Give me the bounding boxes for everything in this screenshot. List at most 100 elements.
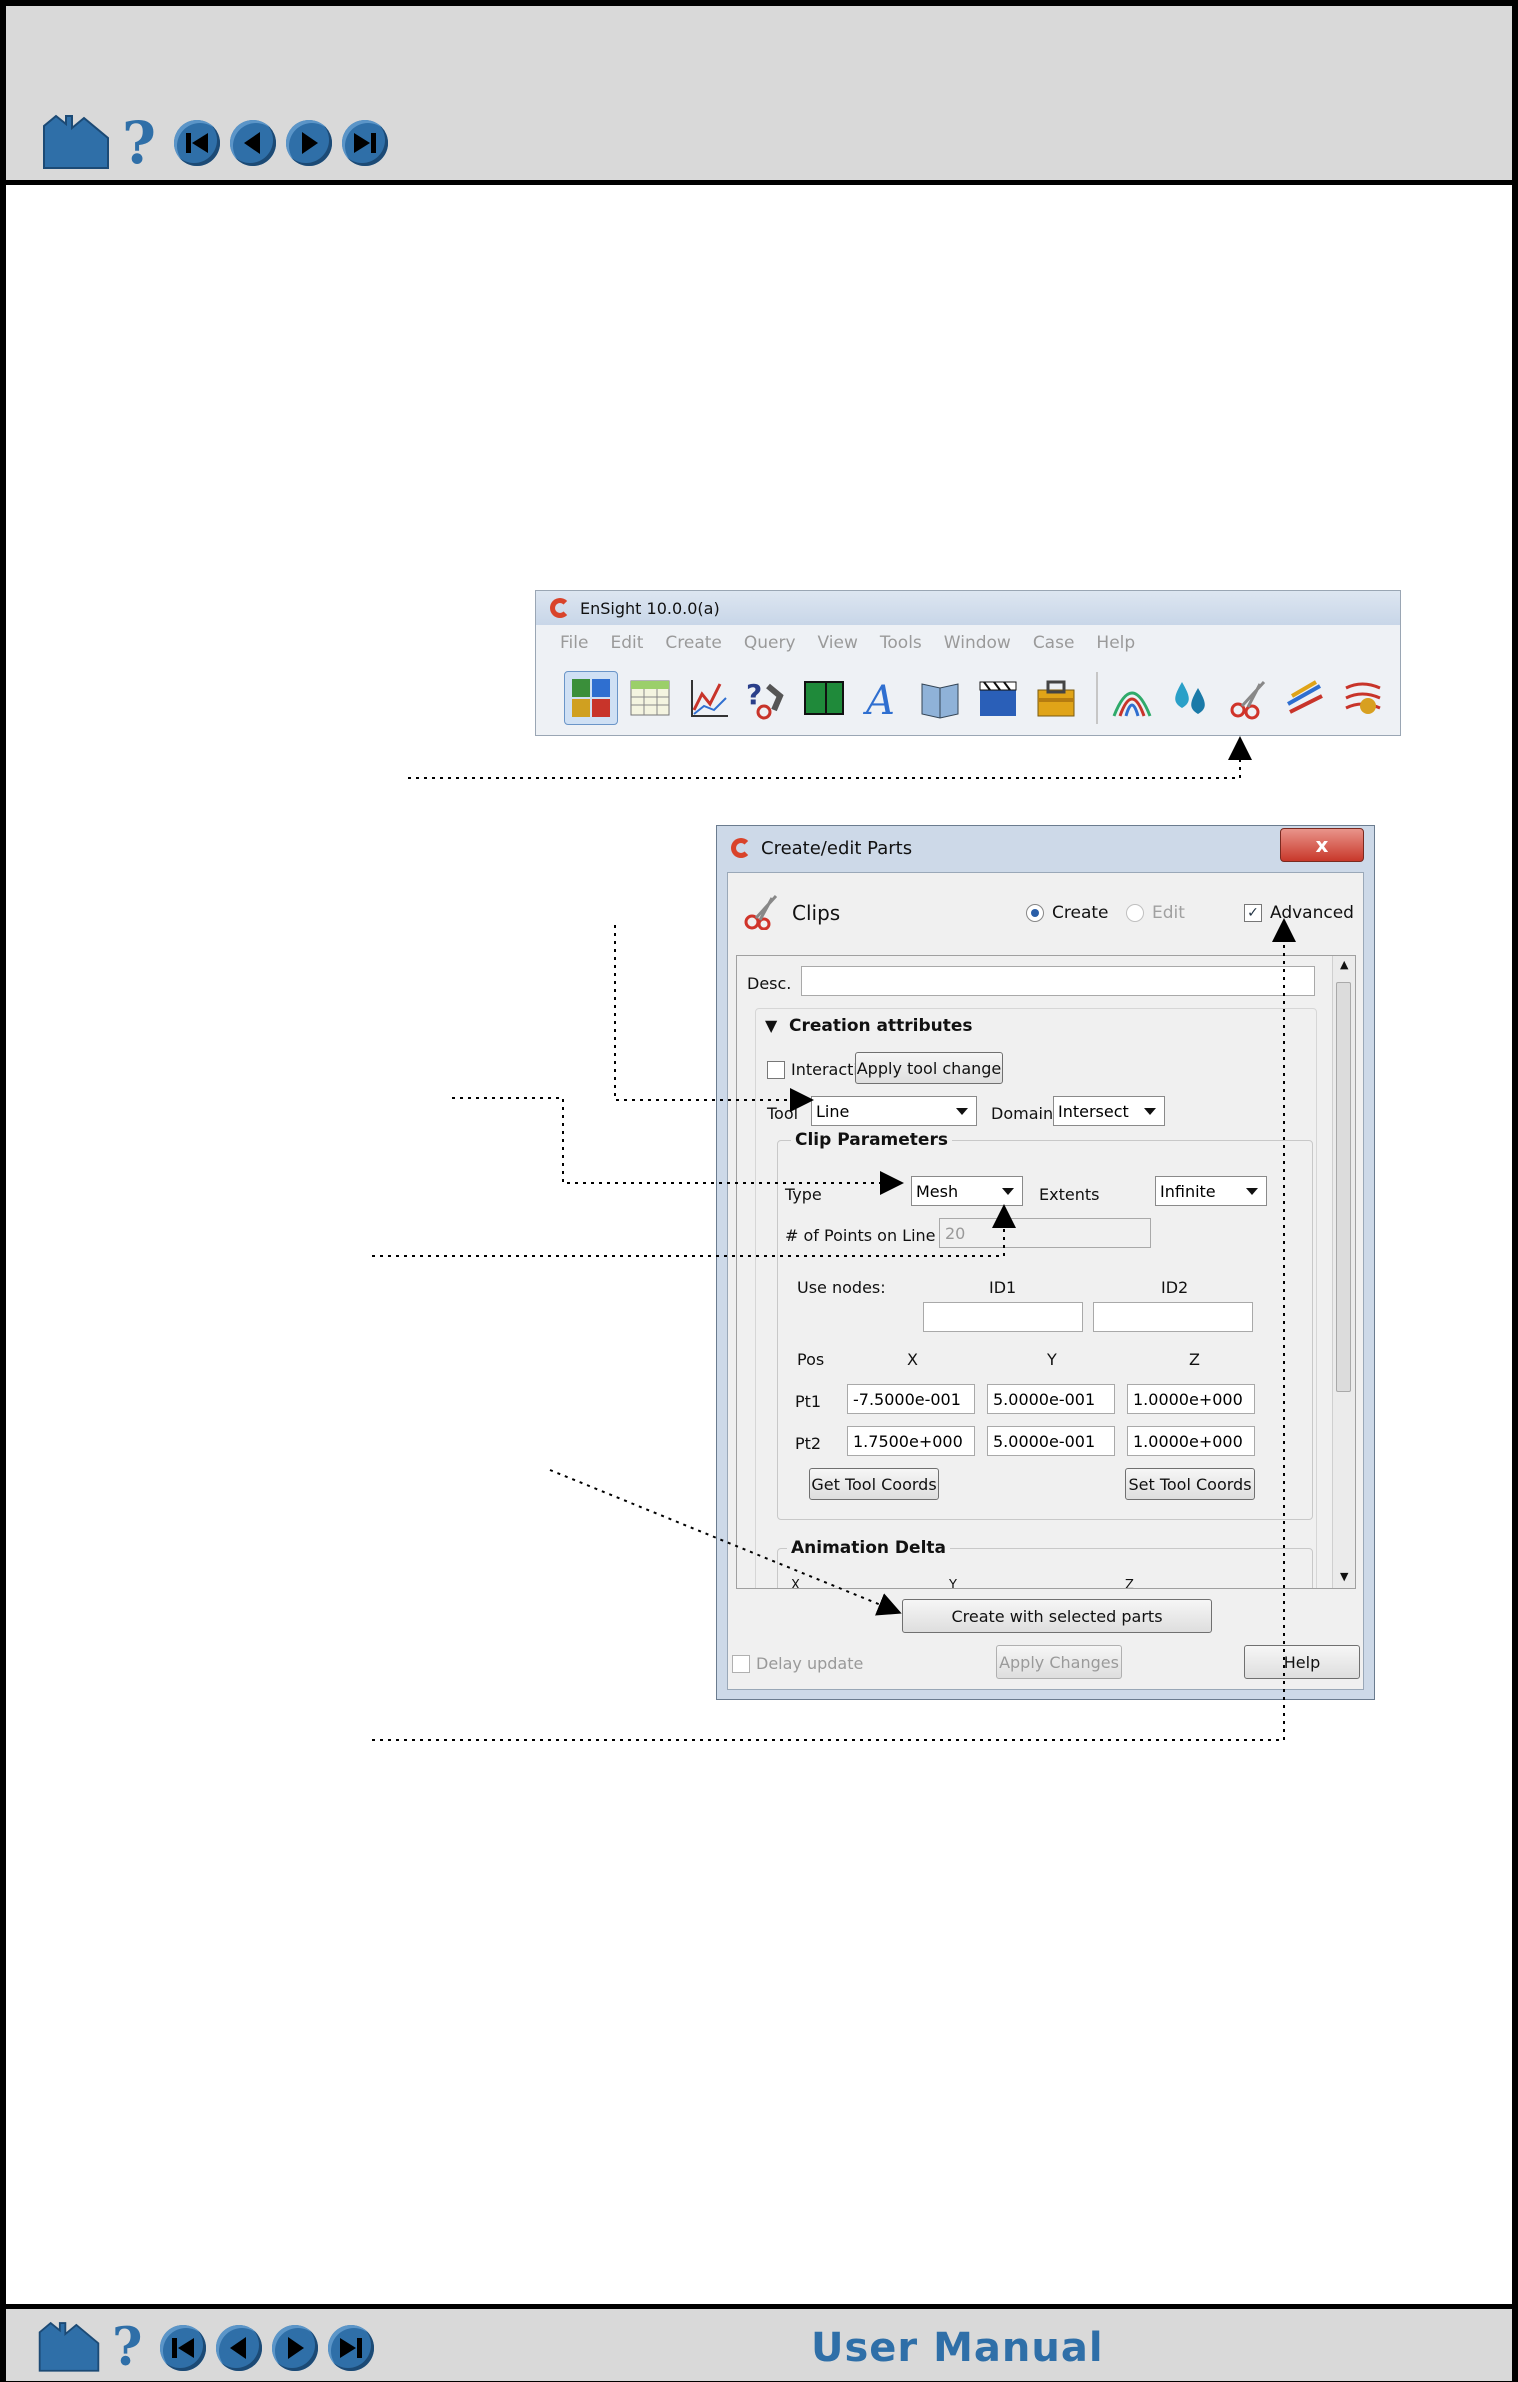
plot-icon[interactable] — [682, 672, 734, 724]
id2-label: ID2 — [1161, 1278, 1189, 1297]
help-button[interactable]: Help — [1244, 1645, 1360, 1679]
edit-radio[interactable]: Edit — [1126, 903, 1185, 923]
help-icon[interactable]: ? — [122, 114, 156, 172]
parts-puzzle-icon[interactable] — [564, 671, 618, 725]
domain-label: Domain — [991, 1104, 1054, 1123]
footer-bar: ? User Manual — [6, 2304, 1512, 2381]
apply-changes-button[interactable]: Apply Changes — [996, 1645, 1122, 1679]
pt2-z-input[interactable]: 1.0000e+000 — [1127, 1426, 1255, 1456]
create-with-selected-parts-button[interactable]: Create with selected parts — [902, 1599, 1212, 1633]
previous-page-icon[interactable] — [229, 120, 276, 166]
clip-scissors-icon[interactable] — [1222, 672, 1274, 724]
points-on-line-label: # of Points on Line — [785, 1226, 936, 1245]
toolbox-icon[interactable] — [1030, 672, 1082, 724]
ensight-logo-icon — [731, 838, 751, 858]
id1-label: ID1 — [989, 1278, 1017, 1297]
help-icon[interactable]: ? — [112, 2322, 142, 2374]
next-page-icon[interactable] — [272, 2325, 319, 2371]
close-button[interactable]: x — [1280, 828, 1364, 862]
last-page-icon[interactable] — [328, 2325, 375, 2371]
type-select[interactable]: Mesh — [911, 1176, 1023, 1206]
toolbar-separator — [1096, 672, 1098, 724]
menu-edit[interactable]: Edit — [610, 633, 643, 653]
pt2-y-input[interactable]: 5.0000e-001 — [987, 1426, 1115, 1456]
create-radio[interactable]: Create — [1026, 903, 1109, 923]
next-page-icon[interactable] — [285, 120, 332, 166]
book-icon[interactable] — [914, 672, 966, 724]
menu-create[interactable]: Create — [665, 633, 722, 653]
extents-label: Extents — [1039, 1185, 1100, 1204]
get-tool-coords-button[interactable]: Get Tool Coords — [809, 1468, 939, 1500]
isosurface-drops-icon[interactable] — [1164, 672, 1216, 724]
delay-update-label: Delay update — [756, 1654, 864, 1673]
advanced-label: Advanced — [1270, 903, 1354, 923]
clapboard-icon[interactable] — [972, 672, 1024, 724]
points-on-line-input[interactable]: 20 — [939, 1218, 1151, 1248]
last-page-icon[interactable] — [341, 120, 388, 166]
contour-icon[interactable] — [1106, 672, 1158, 724]
scrollbar-thumb[interactable] — [1336, 982, 1351, 1392]
previous-page-icon[interactable] — [216, 2325, 263, 2371]
type-label: Type — [785, 1185, 822, 1204]
checkmark-icon[interactable]: ✓ — [1244, 904, 1262, 922]
first-page-icon[interactable] — [160, 2325, 207, 2371]
menu-query[interactable]: Query — [744, 633, 796, 653]
domain-select[interactable]: Intersect — [1053, 1096, 1165, 1126]
query-icon[interactable]: ? — [740, 672, 792, 724]
ensight-window: EnSight 10.0.0(a) File Edit Create Query… — [535, 590, 1401, 736]
ensight-title: EnSight 10.0.0(a) — [580, 598, 720, 618]
pt2-x-input[interactable]: 1.7500e+000 — [847, 1426, 975, 1456]
menu-view[interactable]: View — [818, 633, 858, 653]
advanced-checkbox[interactable]: ✓ Advanced — [1244, 903, 1354, 923]
ensight-toolbar: ? A — [536, 661, 1400, 735]
extents-select[interactable]: Infinite — [1155, 1176, 1267, 1206]
home-icon[interactable] — [40, 112, 112, 174]
pt1-z-input[interactable]: 1.0000e+000 — [1127, 1384, 1255, 1414]
pt1-x-input[interactable]: -7.5000e-001 — [847, 1384, 975, 1414]
first-page-icon[interactable] — [173, 120, 220, 166]
use-nodes-label: Use nodes: — [797, 1278, 886, 1297]
attributes-scroll-area[interactable]: Desc. ▼ Creation attributes Interactive … — [736, 955, 1356, 1589]
feature-title: Clips — [792, 901, 841, 925]
creation-attributes-heading: Creation attributes — [789, 1016, 973, 1036]
table-icon[interactable] — [624, 672, 676, 724]
collapse-triangle-icon[interactable]: ▼ — [765, 1016, 777, 1035]
tool-label: Tool — [767, 1104, 799, 1123]
delay-update-checkbox[interactable] — [732, 1655, 750, 1673]
viewport-icon[interactable] — [798, 672, 850, 724]
ensight-titlebar: EnSight 10.0.0(a) — [536, 591, 1400, 625]
interactive-checkbox[interactable] — [767, 1061, 785, 1079]
menu-case[interactable]: Case — [1033, 633, 1075, 653]
scroll-down-icon[interactable]: ▼ — [1340, 1570, 1348, 1583]
home-icon[interactable] — [36, 2319, 102, 2377]
particle-trace-icon[interactable] — [1338, 672, 1390, 724]
dialog-titlebar: Create/edit Parts — [717, 826, 1374, 870]
menu-window[interactable]: Window — [944, 633, 1011, 653]
bottom-nav: ? — [36, 2319, 384, 2377]
edit-radio-indicator[interactable] — [1126, 904, 1144, 922]
menu-help[interactable]: Help — [1096, 633, 1135, 653]
header-bar: ? — [6, 6, 1512, 185]
id2-input[interactable] — [1093, 1302, 1253, 1332]
set-tool-coords-button[interactable]: Set Tool Coords — [1125, 1468, 1255, 1500]
id1-input[interactable] — [923, 1302, 1083, 1332]
pt1-y-input[interactable]: 5.0000e-001 — [987, 1384, 1115, 1414]
anim-x-label: X — [791, 1578, 800, 1589]
pt2-label: Pt2 — [795, 1434, 822, 1453]
apply-tool-change-button[interactable]: Apply tool change — [855, 1052, 1003, 1084]
desc-input[interactable] — [801, 966, 1315, 996]
annotation-text-icon[interactable]: A — [856, 672, 908, 724]
menu-tools[interactable]: Tools — [880, 633, 922, 653]
menu-file[interactable]: File — [560, 633, 588, 653]
animation-delta-heading: Animation Delta — [787, 1538, 950, 1558]
anim-z-label: Z — [1125, 1578, 1134, 1589]
pt1-label: Pt1 — [795, 1392, 822, 1411]
scroll-up-icon[interactable]: ▲ — [1340, 958, 1348, 971]
vertical-scrollbar[interactable]: ▲ ▼ — [1332, 956, 1355, 1588]
ensight-logo-icon — [550, 598, 570, 618]
tool-select[interactable]: Line — [811, 1096, 977, 1126]
vector-arrows-icon[interactable] — [1280, 672, 1332, 724]
y-column-label: Y — [1047, 1350, 1057, 1369]
dialog-body: Clips Create Edit ✓ Advanced Desc. ▼ Cre… — [727, 872, 1364, 1690]
create-radio-indicator[interactable] — [1026, 904, 1044, 922]
